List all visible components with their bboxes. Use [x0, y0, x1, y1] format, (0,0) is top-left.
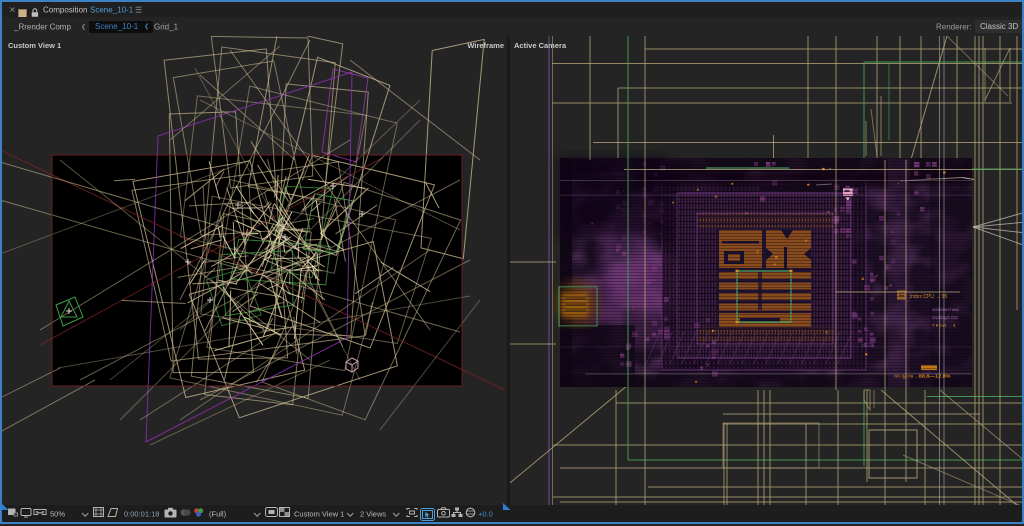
svg-text:Custom View 1: Custom View 1 [8, 41, 61, 50]
svg-text:Active Camera: Active Camera [514, 41, 567, 50]
svg-text:Wireframe: Wireframe [467, 41, 504, 50]
